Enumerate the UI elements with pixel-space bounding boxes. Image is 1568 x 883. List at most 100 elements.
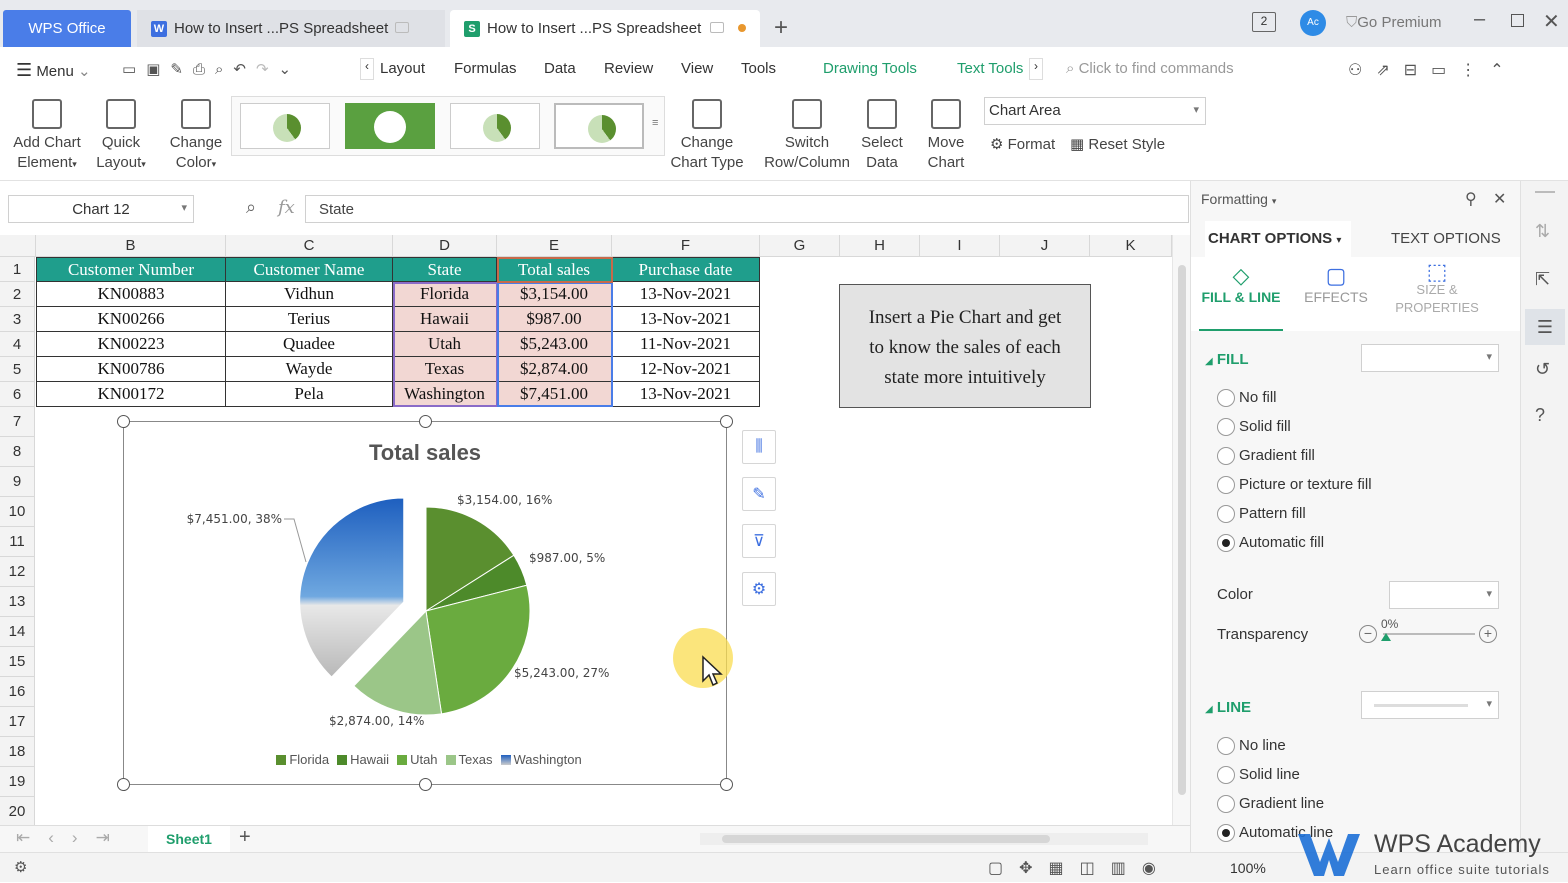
row-header-2[interactable]: 2 [0,282,35,307]
column-header-j[interactable]: J [1000,235,1090,257]
data-label-utah[interactable]: $5,243.00, 27% [514,666,609,680]
change-color-button[interactable]: Change Color▾ [168,99,224,174]
line-section-header[interactable]: ◢ LINE [1205,699,1251,716]
switch-row-column-button[interactable]: Switch Row/Column [762,99,852,173]
scroll-tabs-right-button[interactable]: › [1029,58,1043,80]
add-sheet-button[interactable]: + [239,826,251,849]
table-cell[interactable]: Quadee [226,332,393,357]
fill-option-label[interactable]: Solid fill [1239,418,1291,435]
column-header-d[interactable]: D [393,235,497,257]
table-header-cell[interactable]: State [393,257,497,282]
menu-tab-data[interactable]: Data [544,60,576,77]
row-header-13[interactable]: 13 [0,587,35,617]
name-box[interactable]: Chart 12 [8,195,194,223]
help-icon[interactable]: ? [1535,405,1545,426]
fill-option-label[interactable]: No fill [1239,389,1277,406]
table-header-cell[interactable]: Purchase date [612,257,760,282]
gallery-more-icon[interactable]: ≡ [652,117,658,129]
line-radio[interactable] [1217,766,1235,784]
normal-view-icon[interactable]: ▦ [1049,860,1080,877]
more-options-icon[interactable]: ⋮ [1460,62,1490,79]
formula-input[interactable]: State [305,195,1189,223]
document-tab-2[interactable]: S How to Insert ...PS Spreadsheet [450,10,760,47]
go-premium-button[interactable]: ⛉Go Premium [1346,14,1441,31]
line-preset-select[interactable] [1361,691,1499,719]
sheet-nav-buttons[interactable]: ⇤‹›⇥ [16,828,128,848]
avatar[interactable]: Ac [1300,10,1326,36]
quick-access-toolbar[interactable]: ▭▣✎⎙⌕↶↷⌄ [122,60,301,78]
scroll-tabs-left-button[interactable]: ‹ [360,58,374,80]
row-header-17[interactable]: 17 [0,707,35,737]
select-data-button[interactable]: Select Data [858,99,906,173]
legend-item-texas[interactable]: Texas [438,752,493,767]
menu-tab-review[interactable]: Review [604,60,653,77]
data-label-florida[interactable]: $3,154.00, 16% [457,493,552,507]
undo-icon[interactable]: ↶ [233,61,256,78]
chart-filter-button[interactable]: ⊽ [742,524,776,558]
fill-preset-select[interactable] [1361,344,1499,372]
customize-toolbar-icon[interactable]: ⌄ [279,61,302,78]
minimize-button[interactable]: – [1474,8,1485,31]
menu-button[interactable]: ☰ Menu ⌄ [16,60,91,81]
column-header-i[interactable]: I [920,235,1000,257]
table-cell[interactable]: KN00223 [36,332,226,357]
resize-handle-se[interactable] [720,778,733,791]
vertical-scroll-thumb[interactable] [1178,265,1186,795]
row-header-6[interactable]: 6 [0,382,35,407]
page-layout-view-icon[interactable]: ▥ [1111,860,1142,877]
fill-radio[interactable] [1217,389,1235,407]
fx-icon[interactable]: fx [278,197,295,218]
tab-chart-options[interactable]: CHART OPTIONS ▾ [1205,221,1351,257]
formatting-header[interactable]: Formatting ▾ [1201,191,1276,207]
eye-protection-icon[interactable]: ◉ [1142,860,1172,877]
sheet-tab-sheet1[interactable]: Sheet1 [148,826,230,852]
view-mode-buttons[interactable]: ▢✥▦◫▥◉ [988,858,1172,878]
line-radio[interactable] [1217,737,1235,755]
close-window-button[interactable]: ✕ [1543,9,1560,34]
transparency-slider-thumb[interactable] [1381,633,1391,641]
row-header-5[interactable]: 5 [0,357,35,382]
fill-option-label[interactable]: Picture or texture fill [1239,476,1372,493]
subtab-effects[interactable]: ▢ EFFECTS [1291,263,1381,305]
command-search[interactable]: ⌕ Click to find commands [1066,60,1234,77]
transform-icon[interactable]: ⇅ [1535,221,1550,242]
row-header-4[interactable]: 4 [0,332,35,357]
chart-style-1[interactable] [240,103,330,149]
row-header-10[interactable]: 10 [0,497,35,527]
table-cell[interactable]: 13-Nov-2021 [612,382,760,407]
table-header-cell[interactable]: Customer Name [226,257,393,282]
table-cell[interactable]: KN00172 [36,382,226,407]
line-option-label[interactable]: Solid line [1239,766,1300,783]
format-painter-icon[interactable]: ✎ [170,61,193,78]
zoom-level[interactable]: 100% [1230,860,1266,876]
vertical-scrollbar[interactable] [1172,235,1190,825]
data-label-washington[interactable]: $7,451.00, 38% [187,512,282,526]
row-header-16[interactable]: 16 [0,677,35,707]
page-break-view-icon[interactable]: ◫ [1080,860,1111,877]
print-preview-icon[interactable]: ⌕ [215,61,233,78]
row-header-20[interactable]: 20 [0,797,35,825]
fill-radio[interactable] [1217,505,1235,523]
table-cell[interactable]: KN00266 [36,307,226,332]
history-icon[interactable]: ↺ [1535,359,1550,380]
legend-item-florida[interactable]: Florida [268,752,329,767]
chart-style-3[interactable] [450,103,540,149]
row-header-1[interactable]: 1 [0,257,35,282]
close-pane-icon[interactable]: ✕ [1493,189,1506,209]
transparency-increase-button[interactable]: + [1479,625,1497,643]
new-tab-button[interactable]: + [774,14,788,42]
menu-tab-layout[interactable]: Layout [380,60,425,77]
chart-elements-button[interactable]: ⫼ [742,430,776,464]
menu-tab-drawing-tools[interactable]: Drawing Tools [823,60,917,77]
format-button[interactable]: ⚙ Format [990,135,1055,155]
data-label-hawaii[interactable]: $987.00, 5% [529,551,605,565]
row-header-7[interactable]: 7 [0,407,35,437]
fill-section-header[interactable]: ◢ FILL [1205,351,1249,368]
subtab-size-properties[interactable]: ⬚ SIZE & PROPERTIES [1387,261,1487,317]
chart-title[interactable]: Total sales [124,440,726,466]
save-icon[interactable]: ▣ [146,61,170,78]
wps-office-tab[interactable]: WPS Office [3,10,131,47]
print-icon[interactable]: ⎙ [193,61,215,78]
add-chart-element-button[interactable]: Add Chart Element▾ [10,99,84,174]
row-header-8[interactable]: 8 [0,437,35,467]
